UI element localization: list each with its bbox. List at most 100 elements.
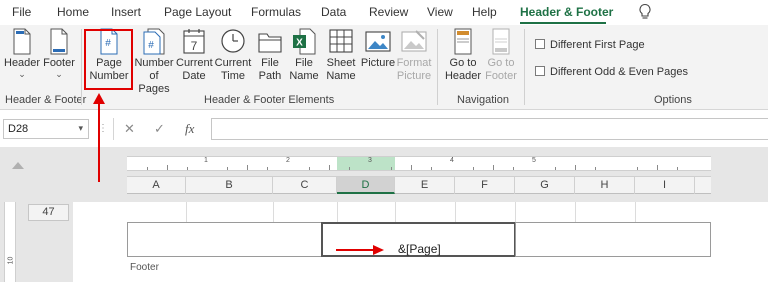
number-of-pages-label-line2: of Pages — [138, 70, 170, 95]
footer-right-section[interactable] — [515, 222, 711, 257]
format-picture-icon — [401, 30, 427, 52]
column-header-g[interactable]: G — [515, 177, 575, 194]
tab-formulas[interactable]: Formulas — [251, 5, 301, 19]
name-box[interactable]: D28 ▾ — [3, 119, 89, 139]
svg-text:7: 7 — [191, 39, 198, 53]
group-label-elements: Header & Footer Elements — [204, 94, 335, 106]
tab-data[interactable]: Data — [321, 5, 346, 19]
ruler-highlight — [337, 157, 395, 170]
sheet-name-label-line1: Sheet — [326, 57, 356, 69]
formula-input[interactable] — [211, 118, 768, 140]
column-header-e[interactable]: E — [395, 177, 455, 194]
go-to-header-label-line1: Go to — [449, 57, 477, 69]
column-header-row: A B C D E F G H I — [127, 176, 711, 194]
formula-separator — [113, 118, 114, 140]
chevron-down-icon[interactable]: ▾ — [78, 123, 83, 134]
enter-icon[interactable]: ✓ — [154, 121, 165, 137]
column-header-d[interactable]: D — [337, 177, 395, 194]
svg-text:X: X — [296, 38, 303, 49]
column-header-h[interactable]: H — [575, 177, 635, 194]
go-to-footer-label-line2: Footer — [485, 70, 517, 82]
tab-page-layout[interactable]: Page Layout — [164, 5, 231, 19]
format-picture-button[interactable]: Format Picture — [396, 28, 432, 83]
sheet-grid-icon — [329, 29, 353, 53]
file-name-label-line1: File — [295, 57, 313, 69]
group-separator — [81, 29, 82, 105]
different-first-page-label: Different First Page — [550, 39, 645, 51]
footer-left-section[interactable] — [127, 222, 322, 257]
current-date-label-line1: Current — [176, 57, 213, 69]
gridline — [575, 202, 576, 222]
name-box-value: D28 — [8, 123, 29, 135]
column-header-b[interactable]: B — [186, 177, 273, 194]
group-separator — [524, 29, 525, 105]
ruler-number: 4 — [450, 157, 454, 164]
chevron-down-icon: ⌄ — [18, 69, 26, 79]
group-label-navigation: Navigation — [457, 94, 509, 106]
picture-button[interactable]: Picture — [360, 28, 396, 70]
file-path-button[interactable]: File Path — [255, 28, 285, 83]
gridline — [455, 202, 456, 222]
go-to-header-button[interactable]: Go to Header — [444, 28, 482, 83]
footer-label: Footer — [43, 57, 75, 69]
row-header-47[interactable]: 47 — [28, 204, 69, 221]
file-name-label-line2: Name — [289, 70, 319, 82]
insert-function-icon[interactable]: fx — [185, 121, 194, 137]
group-label-options: Options — [654, 94, 692, 106]
different-odd-even-option[interactable]: Different Odd & Even Pages — [535, 66, 688, 78]
column-header-c[interactable]: C — [273, 177, 337, 194]
tab-file[interactable]: File — [12, 5, 31, 19]
tab-header-footer[interactable]: Header & Footer — [520, 5, 613, 19]
current-time-button[interactable]: Current Time — [214, 28, 252, 83]
active-tab-underline — [520, 22, 606, 24]
current-date-button[interactable]: 7 Current Date — [176, 28, 213, 83]
tab-home[interactable]: Home — [57, 5, 89, 19]
current-time-label-line2: Time — [220, 70, 246, 82]
gridline — [635, 202, 636, 222]
more-icon[interactable]: ⋮ — [98, 123, 109, 134]
footer-page-code: &[Page] — [398, 242, 441, 256]
cancel-icon[interactable]: ✕ — [124, 121, 135, 137]
picture-label: Picture — [360, 57, 396, 69]
number-of-pages-button[interactable]: # Number of Pages — [134, 28, 174, 96]
tab-help[interactable]: Help — [472, 5, 497, 19]
go-to-footer-icon — [492, 28, 510, 55]
ruler-number: 3 — [368, 157, 372, 164]
tab-insert[interactable]: Insert — [111, 5, 141, 19]
format-picture-label-line2: Picture — [396, 70, 432, 82]
go-to-footer-button[interactable]: Go to Footer — [482, 28, 520, 83]
column-header-i[interactable]: I — [635, 177, 695, 194]
header-button[interactable]: Header ⌄ — [4, 28, 40, 79]
group-separator — [437, 29, 438, 105]
number-of-pages-icon: # — [143, 28, 165, 55]
file-name-button[interactable]: X File Name — [288, 28, 320, 83]
footer-icon — [50, 28, 68, 55]
column-header-f[interactable]: F — [455, 177, 515, 194]
sheet-name-button[interactable]: Sheet Name — [325, 28, 357, 83]
tab-view[interactable]: View — [427, 5, 453, 19]
file-path-label-line1: File — [261, 57, 279, 69]
lightbulb-icon[interactable] — [638, 3, 652, 21]
folder-icon — [258, 33, 282, 53]
gridline — [515, 202, 516, 222]
ruler-number: 2 — [286, 157, 290, 164]
header-label: Header — [4, 57, 41, 69]
vertical-ruler-number: 10 — [7, 256, 15, 265]
ruler-number: 1 — [204, 157, 208, 164]
different-odd-even-checkbox[interactable] — [535, 66, 545, 76]
clock-icon — [221, 29, 245, 53]
select-all-icon[interactable] — [12, 162, 24, 169]
horizontal-ruler: 1 2 3 4 5 — [127, 156, 711, 171]
gridline — [395, 202, 396, 222]
different-first-page-option[interactable]: Different First Page — [535, 39, 645, 51]
sheet-area: 1 2 3 4 5 A B C D E F G H I 10 47 &[Page… — [0, 147, 768, 282]
go-to-header-icon — [454, 28, 472, 55]
gridline — [273, 202, 274, 222]
gridline — [337, 202, 338, 222]
footer-button[interactable]: Footer ⌄ — [42, 28, 76, 79]
number-of-pages-label-line1: Number — [134, 57, 174, 69]
chevron-down-icon: ⌄ — [55, 69, 63, 79]
tab-review[interactable]: Review — [369, 5, 408, 19]
different-first-page-checkbox[interactable] — [535, 39, 545, 49]
column-header-a[interactable]: A — [127, 177, 186, 194]
